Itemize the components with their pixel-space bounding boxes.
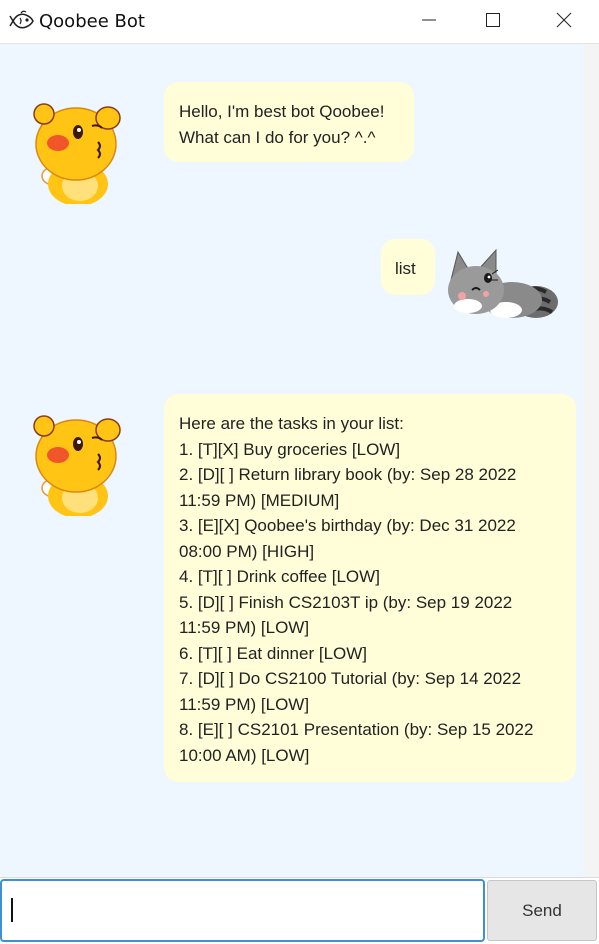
message-line: list	[395, 259, 416, 278]
message-line: Hello, I'm best bot Qoobee!	[179, 102, 385, 121]
fish-icon	[9, 9, 35, 33]
message-line: Here are the tasks in your list:	[179, 414, 404, 433]
message-bubble-user: list	[381, 239, 435, 295]
task-line: 11:59 PM) [LOW]	[179, 694, 310, 714]
task-line: 6. [T][ ] Eat dinner [LOW]	[179, 643, 368, 663]
scrollbar-track[interactable]	[584, 44, 599, 877]
text-caret	[11, 898, 13, 922]
send-button[interactable]: Send	[487, 880, 597, 941]
maximize-button[interactable]	[470, 0, 516, 40]
qoobee-avatar	[28, 410, 124, 518]
task-line: 11:59 PM) [MEDIUM]	[179, 490, 340, 510]
task-line: 8. [E][ ] CS2101 Presentation (by: Sep 1…	[179, 720, 534, 739]
close-button[interactable]	[541, 0, 587, 40]
task-line: 7. [D][ ] Do CS2100 Tutorial (by: Sep 14…	[179, 669, 522, 688]
message-bubble-bot-greeting: Hello, I'm best bot Qoobee! What can I d…	[164, 82, 414, 162]
task-line: 2. [D][ ] Return library book (by: Sep 2…	[179, 465, 517, 484]
qoobee-avatar	[28, 98, 124, 206]
message-line: What can I do for you? ^.^	[179, 127, 376, 147]
task-line: 4. [T][ ] Drink coffee [LOW]	[179, 567, 380, 586]
maximize-icon	[486, 13, 500, 27]
minimize-button[interactable]	[406, 0, 452, 40]
close-icon	[556, 12, 572, 28]
task-line: 3. [E][X] Qoobee's birthday (by: Dec 31 …	[179, 516, 516, 535]
minimize-icon	[422, 19, 436, 21]
task-line: 08:00 PM) [HIGH]	[179, 541, 315, 561]
title-bar: Qoobee Bot	[0, 0, 599, 44]
cat-avatar	[440, 244, 570, 324]
message-input[interactable]	[0, 879, 485, 942]
window-title: Qoobee Bot	[39, 11, 145, 32]
task-line: 11:59 PM) [LOW]	[179, 618, 310, 637]
task-line: 5. [D][ ] Finish CS2103T ip (by: Sep 19 …	[179, 592, 513, 612]
task-line: 10:00 AM) [LOW]	[179, 745, 310, 765]
message-bubble-bot-task-list: Here are the tasks in your list: 1. [T][…	[164, 394, 576, 782]
task-line: 1. [T][X] Buy groceries [LOW]	[179, 439, 401, 459]
